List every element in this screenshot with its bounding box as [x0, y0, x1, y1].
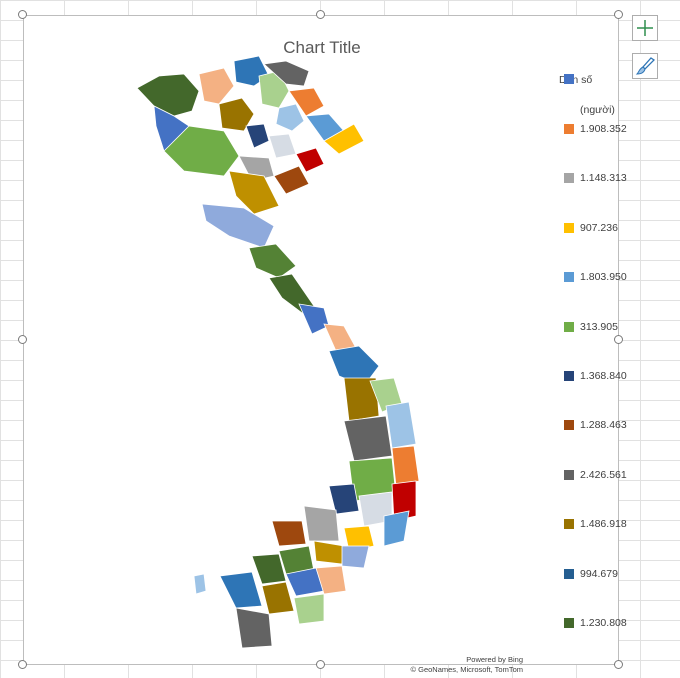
map-region[interactable] — [275, 103, 305, 132]
map-region[interactable] — [391, 445, 420, 487]
map-region[interactable] — [341, 545, 370, 569]
map-region[interactable] — [235, 607, 273, 649]
legend-label: 1.148.313 — [580, 172, 627, 185]
credits-line1: Powered by Bing — [466, 655, 523, 664]
resize-handle-top-left[interactable] — [18, 10, 27, 19]
resize-handle-bottom[interactable] — [316, 660, 325, 669]
map-region[interactable] — [193, 573, 207, 595]
legend-label: 1.368.840 — [580, 370, 627, 382]
vietnam-map — [136, 55, 420, 649]
map-region[interactable] — [261, 581, 295, 615]
map-region[interactable] — [245, 123, 270, 149]
map-region[interactable] — [385, 401, 417, 449]
legend-label: 1.288.463 — [580, 419, 627, 432]
legend-swatch — [564, 469, 574, 480]
legend-swatch — [564, 124, 574, 134]
legend-swatch — [564, 173, 574, 184]
legend-swatch — [564, 74, 574, 84]
map-region[interactable] — [219, 571, 263, 609]
legend-label: 1.803.950 — [580, 271, 627, 284]
chart-elements-button[interactable] — [632, 15, 658, 41]
legend-swatch — [564, 519, 574, 530]
legend-label: 2.426.561 — [580, 468, 627, 481]
legend-swatch — [564, 222, 574, 233]
legend-swatch — [564, 371, 574, 381]
resize-handle-bottom-right[interactable] — [614, 660, 623, 669]
map-region[interactable] — [248, 243, 297, 279]
legend-label: 1.486.918 — [580, 518, 627, 531]
plus-icon — [637, 20, 653, 36]
map-region[interactable] — [383, 510, 410, 547]
legend-label: 1.908.352 — [580, 123, 627, 135]
brush-icon — [635, 57, 656, 75]
map-region[interactable] — [298, 303, 330, 335]
legend-swatch — [564, 272, 574, 283]
legend-label: 994.679 — [580, 567, 618, 580]
legend-swatch — [564, 618, 574, 628]
resize-handle-bottom-left[interactable] — [18, 660, 27, 669]
map-region[interactable] — [198, 67, 235, 105]
map-region[interactable] — [271, 520, 307, 547]
map-region[interactable] — [273, 165, 310, 195]
legend-swatch — [564, 321, 574, 332]
chart-styles-button[interactable] — [632, 53, 658, 79]
legend-label: 1.230.808 — [580, 617, 627, 629]
resize-handle-left[interactable] — [18, 335, 27, 344]
resize-handle-top-right[interactable] — [614, 10, 623, 19]
map-region[interactable] — [293, 593, 325, 625]
map-region[interactable] — [343, 415, 393, 462]
legend-swatch — [564, 420, 574, 431]
resize-handle-top[interactable] — [316, 10, 325, 19]
legend-label: 907.236 — [580, 221, 618, 234]
map-credits: Powered by Bing © GeoNames, Microsoft, T… — [411, 655, 524, 675]
legend-subtitle: (người) — [580, 104, 615, 116]
resize-handle-right[interactable] — [614, 335, 623, 344]
map-region[interactable] — [268, 133, 297, 159]
legend-label: 313.905 — [580, 320, 618, 333]
chart-area[interactable]: Chart Title Dân số (người) 1.908.352 1.14… — [23, 15, 627, 674]
map-region[interactable] — [313, 540, 345, 565]
credits-line2: © GeoNames, Microsoft, TomTom — [410, 665, 524, 674]
legend-swatch — [564, 568, 574, 579]
map-region[interactable] — [303, 505, 340, 542]
map-region[interactable] — [136, 73, 200, 117]
